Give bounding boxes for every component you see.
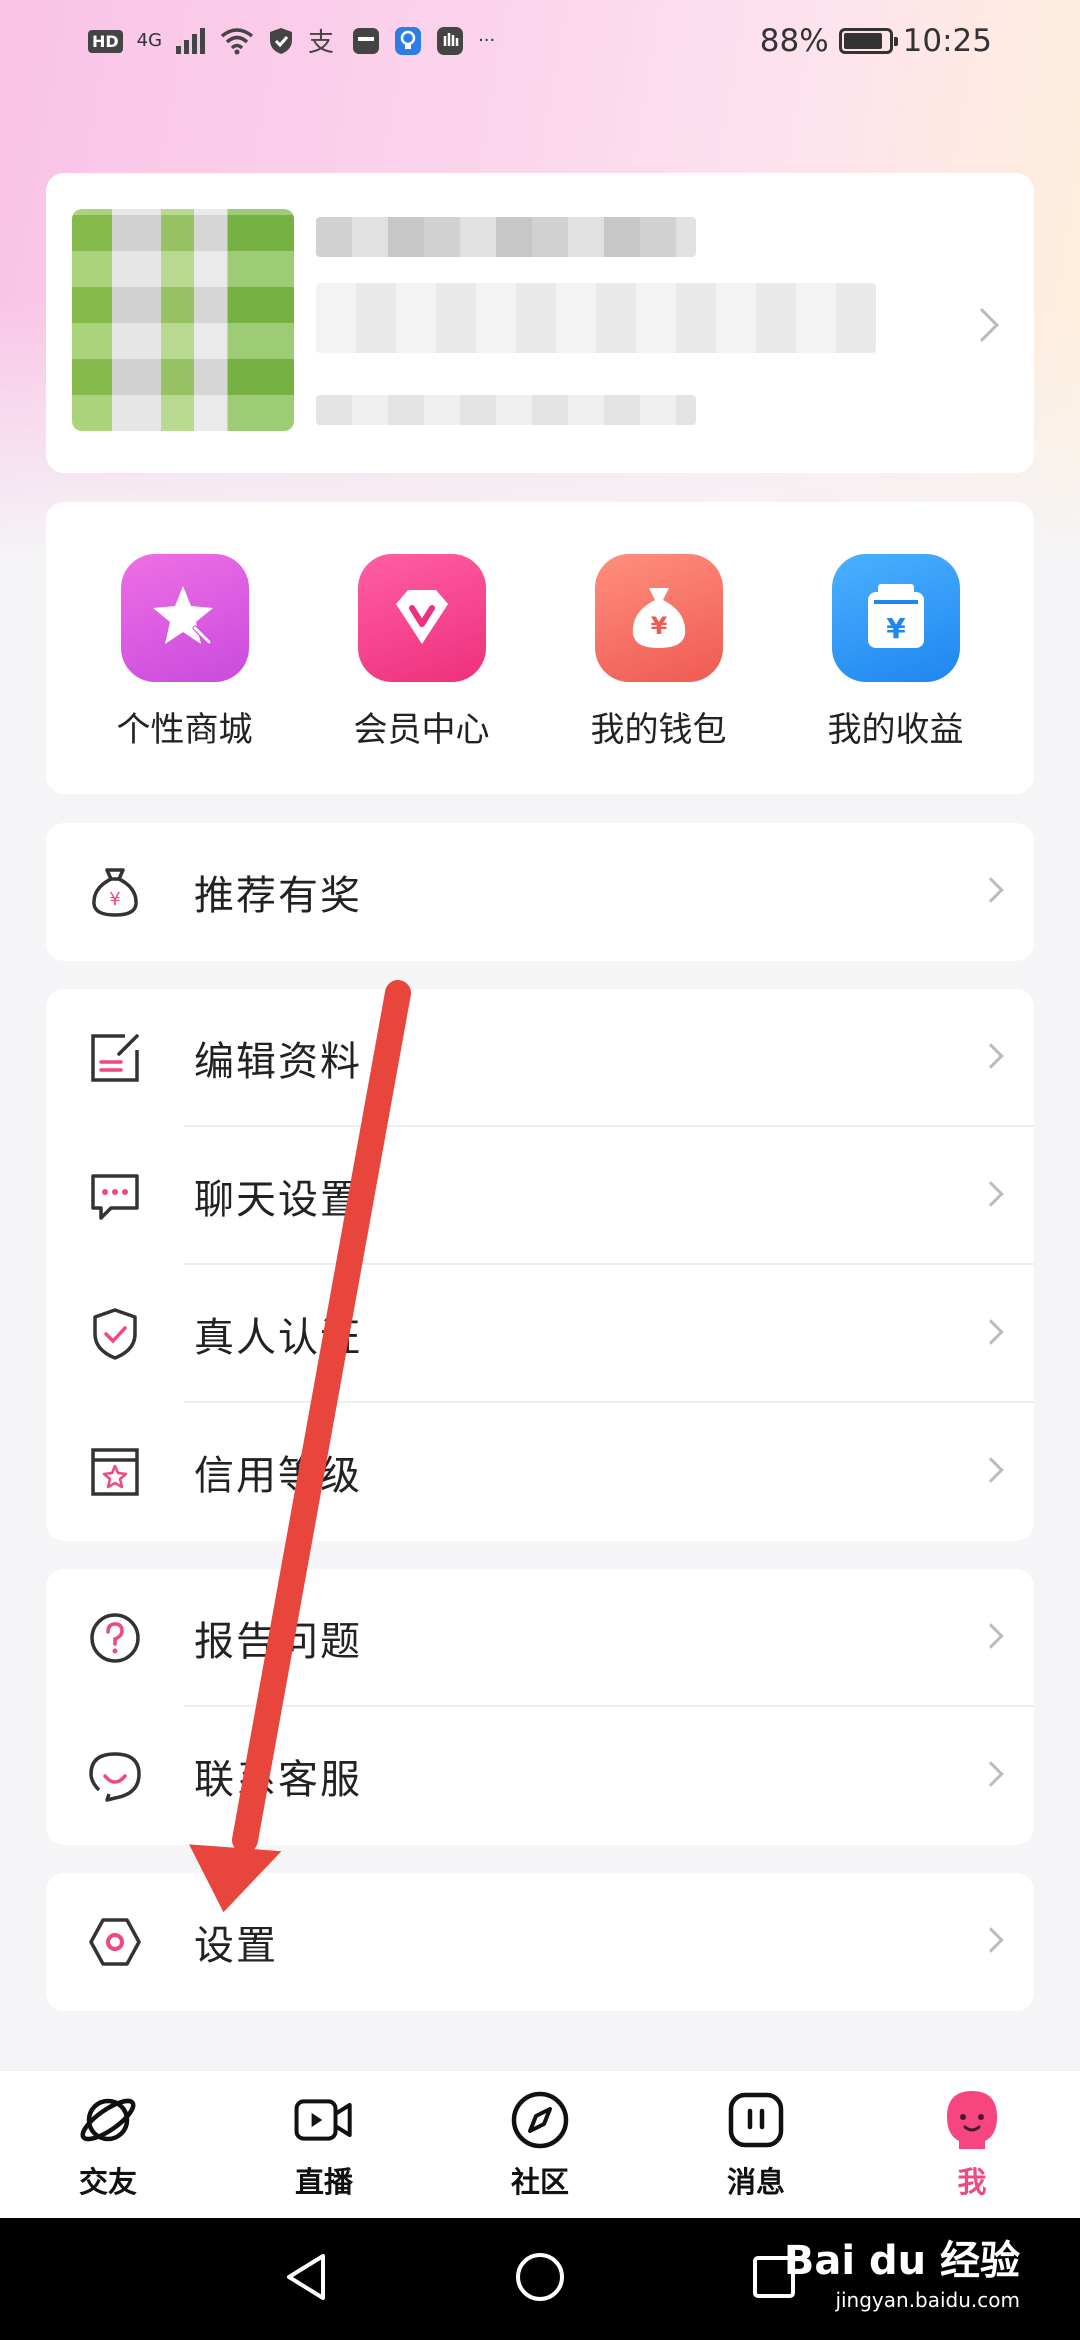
watermark-brand: Bai du 经验 xyxy=(783,2238,1020,2284)
tab-label: 我 xyxy=(957,2164,987,2199)
tab-label: 直播 xyxy=(294,2164,353,2199)
huawei-app-icon xyxy=(352,27,380,55)
star-wand-icon xyxy=(120,554,249,682)
alipay-icon: 支 xyxy=(308,27,338,55)
tab-label: 消息 xyxy=(726,2164,785,2199)
menu-group-account: 编辑资料 聊天设置 真人认证 信用等级 xyxy=(46,989,1034,1541)
video-camera-icon xyxy=(293,2089,355,2151)
chevron-right-icon xyxy=(965,308,999,342)
tab-label: 社区 xyxy=(510,2164,569,2199)
quick-action-label: 会员中心 xyxy=(353,710,490,750)
tab-label: 交友 xyxy=(78,2164,137,2199)
wifi-icon xyxy=(220,27,254,55)
menu-item-referral[interactable]: ¥ 推荐有奖 xyxy=(46,823,1034,961)
question-circle-icon xyxy=(84,1607,146,1669)
quick-action-theme-store[interactable]: 个性商城 xyxy=(70,502,300,794)
battery-percent: 88% xyxy=(759,23,829,59)
network-type: 4G xyxy=(136,30,163,51)
chevron-right-icon xyxy=(978,1761,1004,1787)
menu-label: 真人认证 xyxy=(194,1315,362,1361)
settings-hexagon-icon xyxy=(84,1911,146,1973)
profile-name xyxy=(316,217,696,257)
chevron-right-icon xyxy=(978,1043,1004,1069)
message-icon xyxy=(725,2089,787,2151)
money-bag-icon: ¥ xyxy=(594,554,723,682)
hand-app-icon xyxy=(436,26,464,56)
star-certificate-icon xyxy=(84,1441,146,1503)
chevron-right-icon xyxy=(978,1181,1004,1207)
avatar[interactable] xyxy=(72,209,294,431)
menu-label: 信用等级 xyxy=(194,1453,362,1499)
quick-action-label: 个性商城 xyxy=(116,710,253,750)
quick-action-earnings[interactable]: ¥ 我的收益 xyxy=(781,502,1011,794)
menu-label: 报告问题 xyxy=(194,1619,362,1665)
compass-icon xyxy=(509,2089,571,2151)
battery-icon xyxy=(838,28,898,54)
quick-action-wallet[interactable]: ¥ 我的钱包 xyxy=(544,502,774,794)
status-icons-right: 88% 10:25 xyxy=(760,23,992,59)
svg-text:¥: ¥ xyxy=(109,889,120,910)
customer-service-icon xyxy=(84,1745,146,1807)
menu-item-chat-settings[interactable]: 聊天设置 xyxy=(46,1127,1034,1265)
menu-item-contact-support[interactable]: 联系客服 xyxy=(46,1707,1034,1845)
chevron-right-icon xyxy=(978,1623,1004,1649)
chevron-right-icon xyxy=(978,1457,1004,1483)
profile-id xyxy=(316,395,696,425)
status-bar: HD 4G 支 ··· 88% 10:25 xyxy=(0,0,1080,82)
edit-document-icon xyxy=(84,1027,146,1089)
chevron-right-icon xyxy=(978,877,1004,903)
planet-icon xyxy=(77,2089,139,2151)
quick-action-label: 我的收益 xyxy=(827,710,964,750)
menu-item-credit-level[interactable]: 信用等级 xyxy=(46,1403,1034,1541)
menu-item-report-issue[interactable]: 报告问题 xyxy=(46,1569,1034,1707)
menu-item-edit-profile[interactable]: 编辑资料 xyxy=(46,989,1034,1127)
quick-action-membership[interactable]: 会员中心 xyxy=(307,502,537,794)
baidu-jingyan-watermark: Bai du 经验 jingyan.baidu.com xyxy=(784,2228,1020,2312)
profile-face-icon xyxy=(941,2089,1003,2151)
menu-label: 联系客服 xyxy=(194,1757,362,1803)
profile-card[interactable] xyxy=(46,173,1034,473)
diamond-v-icon xyxy=(357,554,486,682)
tab-live[interactable]: 直播 xyxy=(216,2089,432,2201)
tab-me[interactable]: 我 xyxy=(864,2089,1080,2201)
menu-item-settings[interactable]: 设置 xyxy=(46,1873,1034,2011)
quick-actions-card: 个性商城 会员中心 ¥ 我的钱包 ¥ 我的收益 xyxy=(46,502,1034,794)
chevron-right-icon xyxy=(978,1927,1004,1953)
svg-text:支: 支 xyxy=(308,28,334,55)
menu-label: 编辑资料 xyxy=(194,1039,362,1085)
profile-info xyxy=(316,283,876,353)
tab-friends[interactable]: 交友 xyxy=(0,2089,216,2201)
battery-level xyxy=(843,33,882,49)
clock: 10:25 xyxy=(902,23,992,59)
menu-label: 推荐有奖 xyxy=(194,873,362,919)
menu-label: 聊天设置 xyxy=(194,1177,362,1223)
tab-messages[interactable]: 消息 xyxy=(648,2089,864,2201)
signal-icon xyxy=(176,28,206,54)
menu-group-settings: 设置 xyxy=(46,1873,1034,2011)
chat-bubble-icon xyxy=(84,1165,146,1227)
home-icon[interactable] xyxy=(513,2250,567,2308)
shield-check-icon xyxy=(84,1303,146,1365)
more-status-indicator: ··· xyxy=(478,30,496,51)
status-icons-left: HD 4G 支 ··· xyxy=(88,26,495,56)
svg-text:¥: ¥ xyxy=(650,612,667,640)
back-icon[interactable] xyxy=(281,2250,331,2308)
menu-group-support: 报告问题 联系客服 xyxy=(46,1569,1034,1845)
menu-label: 设置 xyxy=(194,1923,278,1969)
bulb-app-icon xyxy=(394,26,422,56)
hd-badge: HD xyxy=(88,29,123,53)
shield-status-icon xyxy=(268,27,294,55)
yen-box-icon: ¥ xyxy=(831,554,960,682)
quick-action-label: 我的钱包 xyxy=(590,710,727,750)
watermark-url: jingyan.baidu.com xyxy=(835,2288,1020,2312)
svg-text:¥: ¥ xyxy=(886,612,906,645)
menu-item-verification[interactable]: 真人认证 xyxy=(46,1265,1034,1403)
tab-community[interactable]: 社区 xyxy=(432,2089,648,2201)
chevron-right-icon xyxy=(978,1319,1004,1345)
menu-group-referral: ¥ 推荐有奖 xyxy=(46,823,1034,961)
bottom-tab-bar: 交友 直播 社区 消息 我 xyxy=(0,2070,1080,2218)
money-bag-outline-icon: ¥ xyxy=(84,861,146,923)
